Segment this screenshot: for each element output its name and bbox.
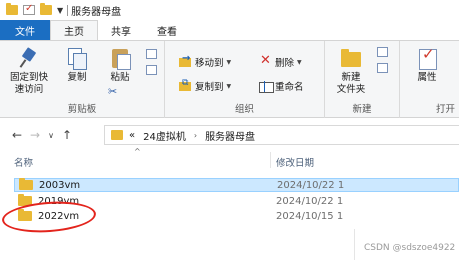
- copy-to-label: 复制到: [195, 82, 224, 93]
- delete-label: 删除: [275, 58, 295, 69]
- file-date: 2024/10/15 1: [276, 210, 344, 222]
- column-header-date-modified[interactable]: 修改日期: [276, 155, 314, 169]
- file-date: 2024/10/22 1: [277, 179, 345, 191]
- copy-to-icon: [179, 78, 192, 92]
- tab-share[interactable]: 共享: [98, 20, 144, 40]
- new-folder-button[interactable]: 新建 文件夹: [331, 47, 371, 96]
- chevron-down-icon: ▼: [297, 58, 302, 66]
- column-divider[interactable]: [270, 152, 271, 168]
- window-title: 服务器母盘: [71, 6, 122, 18]
- rename-button[interactable]: 重命名: [259, 79, 304, 93]
- new-folder-quick-icon[interactable]: [40, 3, 52, 15]
- pin-label-line2: 速访问: [14, 84, 44, 95]
- folder-icon: [6, 3, 18, 15]
- properties-quick-icon[interactable]: [23, 3, 35, 15]
- delete-button[interactable]: 删除 ▼: [259, 53, 302, 69]
- column-header-name[interactable]: 名称: [14, 155, 33, 169]
- breadcrumb-item-current[interactable]: 服务器母盘: [205, 128, 255, 143]
- move-to-button[interactable]: 移动到 ▼: [179, 53, 232, 69]
- sort-ascending-icon: ^: [134, 147, 141, 156]
- watermark: CSDN @sdszoe4922: [364, 243, 456, 253]
- title-bar: ▼ 服务器母盘: [0, 0, 459, 20]
- new-item-icon[interactable]: [377, 47, 388, 57]
- list-item[interactable]: 2003vm 2024/10/22 1: [14, 178, 459, 192]
- breadcrumb-item[interactable]: 24虚拟机: [143, 128, 186, 143]
- paste-button[interactable]: 粘贴: [102, 47, 138, 84]
- file-name: 2003vm: [39, 179, 81, 191]
- chevron-down-icon: ▼: [226, 58, 232, 66]
- copy-to-button[interactable]: 复制到 ▼: [179, 78, 232, 93]
- delete-icon: [259, 53, 272, 68]
- paste-shortcut-icon[interactable]: [146, 65, 157, 75]
- pin-to-quick-access-button[interactable]: 固定到快 速访问: [4, 47, 54, 96]
- new-folder-label-line1: 新建: [341, 72, 361, 83]
- breadcrumb-overflow[interactable]: «: [129, 130, 135, 141]
- recent-locations-chevron-icon[interactable]: ∨: [44, 131, 58, 140]
- open-group: 属性 打开: [400, 41, 459, 118]
- tab-home[interactable]: 主页: [50, 20, 98, 40]
- properties-icon: [416, 47, 438, 70]
- new-group-label: 新建: [352, 104, 372, 115]
- copy-label: 复制: [67, 72, 87, 83]
- up-arrow-icon[interactable]: ↑: [58, 128, 76, 142]
- copy-button[interactable]: 复制: [60, 47, 94, 84]
- new-folder-label-line2: 文件夹: [336, 84, 366, 95]
- open-group-label: 打开: [436, 104, 456, 115]
- tab-view[interactable]: 查看: [144, 20, 190, 40]
- ribbon: 固定到快 速访问 复制 粘贴 ✂ 剪贴板 移动到 ▼ 删除 ▼ 复制到: [0, 40, 459, 118]
- copy-path-icon[interactable]: [146, 49, 157, 59]
- breadcrumb-separator[interactable]: ›: [194, 131, 197, 140]
- rename-label: 重命名: [275, 82, 304, 93]
- properties-label: 属性: [417, 72, 437, 83]
- tab-file[interactable]: 文件: [0, 20, 50, 40]
- paste-icon: [109, 47, 131, 70]
- move-to-label: 移动到: [195, 58, 224, 69]
- easy-access-icon[interactable]: [377, 63, 388, 73]
- ribbon-tabs: 文件 主页 共享 查看: [0, 20, 459, 40]
- organize-group: 移动到 ▼ 删除 ▼ 复制到 ▼ 重命名 组织: [165, 41, 325, 118]
- back-arrow-icon[interactable]: ←: [8, 128, 26, 142]
- title-separator: [67, 4, 69, 16]
- pin-icon: [18, 47, 40, 69]
- navigation-bar: ← → ∨ ↑ « 24虚拟机 › 服务器母盘: [0, 118, 459, 152]
- paste-label: 粘贴: [110, 72, 130, 83]
- chevron-down-icon: ▼: [226, 82, 232, 90]
- clipboard-group-label: 剪贴板: [67, 104, 97, 115]
- folder-icon: [111, 130, 123, 140]
- new-folder-icon: [340, 47, 362, 69]
- properties-button[interactable]: 属性: [412, 47, 442, 84]
- file-date: 2024/10/22 1: [276, 195, 344, 207]
- rename-icon: [259, 80, 274, 93]
- address-bar[interactable]: « 24虚拟机 › 服务器母盘: [104, 125, 459, 145]
- organize-group-label: 组织: [234, 104, 254, 115]
- clipboard-group: 固定到快 速访问 复制 粘贴 ✂ 剪贴板: [0, 41, 165, 118]
- quick-access-dropdown-icon[interactable]: ▼: [57, 6, 63, 15]
- cut-scissors-icon[interactable]: ✂: [108, 85, 117, 98]
- forward-arrow-icon[interactable]: →: [26, 128, 44, 142]
- new-group: 新建 文件夹 新建: [325, 41, 400, 118]
- folder-icon: [19, 178, 33, 190]
- copy-icon: [66, 47, 88, 70]
- column-headers: ^ 名称 修改日期: [0, 147, 459, 170]
- move-to-icon: [179, 53, 192, 68]
- pin-label-line1: 固定到快: [9, 72, 48, 83]
- column-divider: [354, 229, 355, 260]
